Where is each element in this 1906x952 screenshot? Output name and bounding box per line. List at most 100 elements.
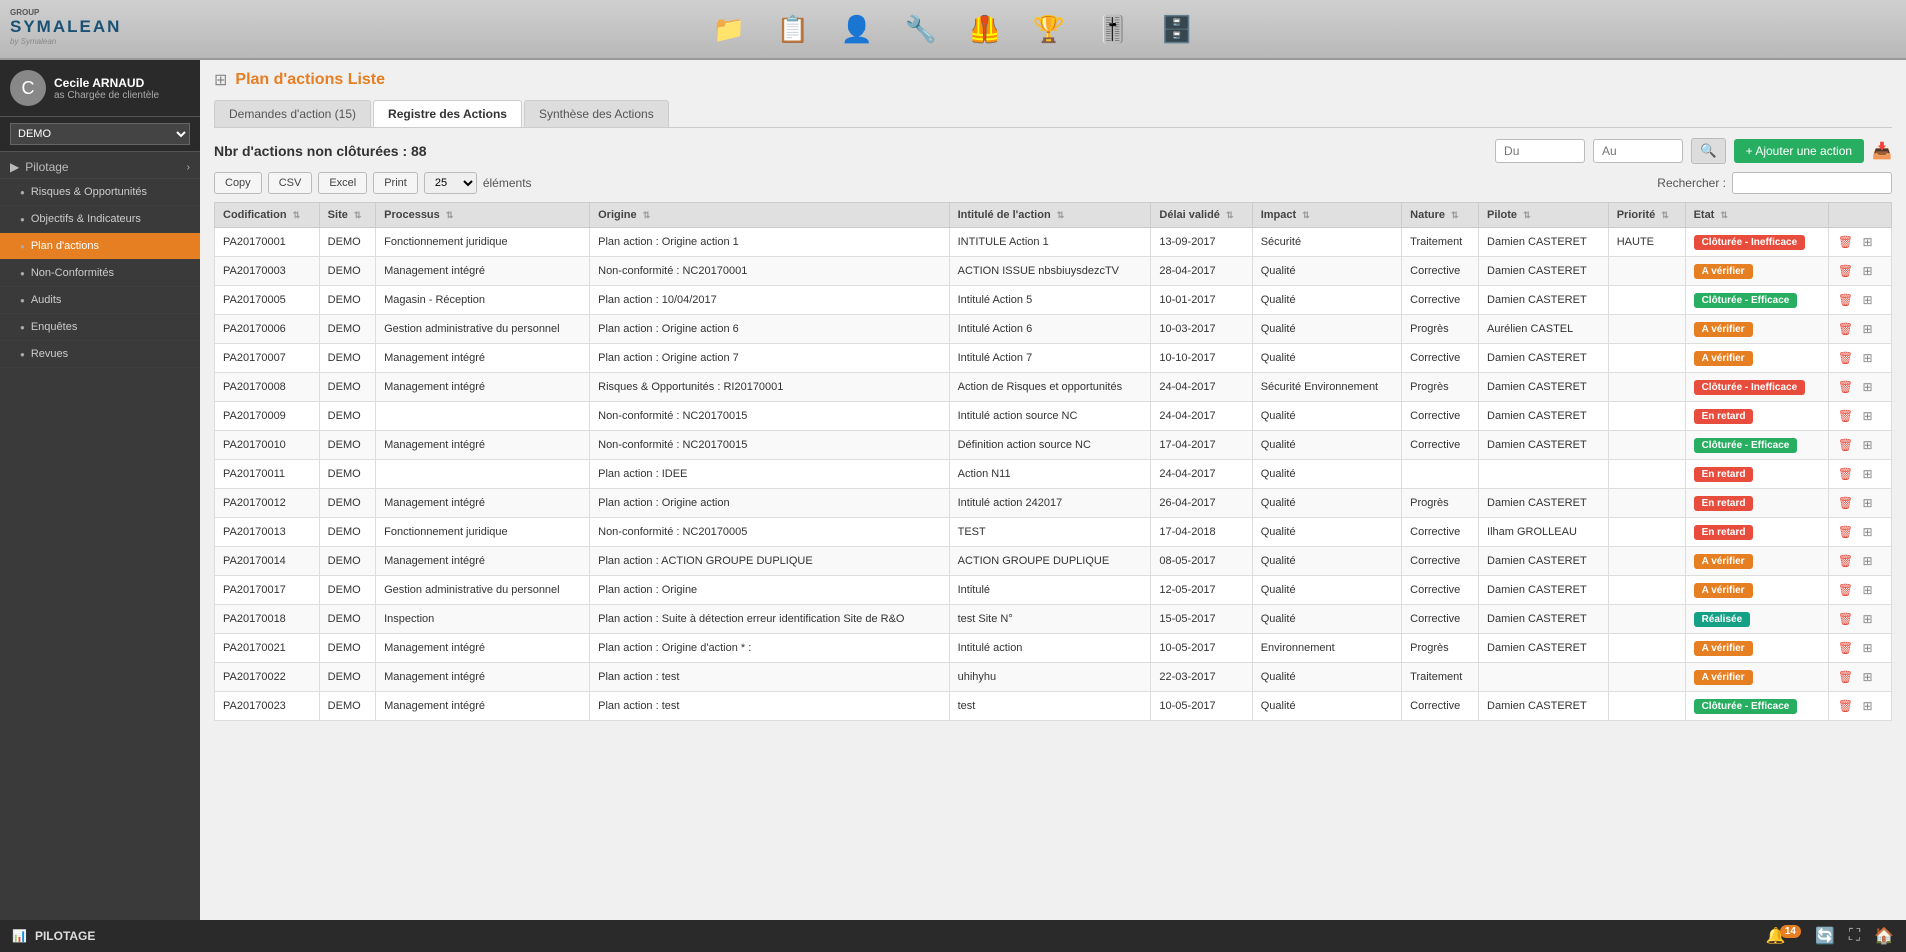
edit-row-button[interactable]: ⊞ — [1859, 262, 1877, 280]
edit-row-button[interactable]: ⊞ — [1859, 581, 1877, 599]
per-page-select[interactable]: 2550100 — [424, 172, 477, 194]
delete-row-button[interactable]: 🗑 — [1837, 523, 1855, 541]
delete-row-button[interactable]: 🗑 — [1837, 581, 1855, 599]
tab-bar: Demandes d'action (15) Registre des Acti… — [214, 100, 1892, 128]
cell-impact: Environnement — [1252, 634, 1401, 663]
col-intitule[interactable]: Intitulé de l'action ⇅ — [949, 203, 1151, 228]
delete-row-button[interactable]: 🗑 — [1837, 610, 1855, 628]
cell-impact: Qualité — [1252, 605, 1401, 634]
sidebar-item-audits[interactable]: ● Audits — [0, 287, 200, 314]
delete-row-button[interactable]: 🗑 — [1837, 668, 1855, 686]
nav-icon-user[interactable]: 👤 — [835, 7, 879, 51]
col-origine[interactable]: Origine ⇅ — [590, 203, 949, 228]
col-nature[interactable]: Nature ⇅ — [1402, 203, 1479, 228]
edit-row-button[interactable]: ⊞ — [1859, 639, 1877, 657]
edit-row-button[interactable]: ⊞ — [1859, 320, 1877, 338]
delete-row-button[interactable]: 🗑 — [1837, 262, 1855, 280]
nav-icon-sliders[interactable]: 🎚️ — [1091, 7, 1135, 51]
cell-etat: A vérifier — [1685, 257, 1828, 286]
sidebar-item-pilotage[interactable]: ▶ Pilotage › — [0, 152, 200, 179]
delete-row-button[interactable]: 🗑 — [1837, 378, 1855, 396]
home-icon[interactable]: 🏠 — [1874, 926, 1894, 946]
delete-row-button[interactable]: 🗑 — [1837, 494, 1855, 512]
delete-row-button[interactable]: 🗑 — [1837, 436, 1855, 454]
edit-row-button[interactable]: ⊞ — [1859, 494, 1877, 512]
cell-nature: Corrective — [1402, 605, 1479, 634]
cell-etat: A vérifier — [1685, 634, 1828, 663]
edit-row-button[interactable]: ⊞ — [1859, 349, 1877, 367]
cell-etat: Réalisée — [1685, 605, 1828, 634]
tab-registre[interactable]: Registre des Actions — [373, 100, 522, 127]
delete-row-button[interactable]: 🗑 — [1837, 552, 1855, 570]
date-from-input[interactable] — [1495, 139, 1585, 163]
delete-row-button[interactable]: 🗑 — [1837, 320, 1855, 338]
cell-nature — [1402, 460, 1479, 489]
col-delai[interactable]: Délai validé ⇅ — [1151, 203, 1252, 228]
cell-processus: Fonctionnement juridique — [376, 228, 590, 257]
sidebar-item-revues[interactable]: ● Revues — [0, 341, 200, 368]
delete-row-button[interactable]: 🗑 — [1837, 291, 1855, 309]
edit-row-button[interactable]: ⊞ — [1859, 291, 1877, 309]
sidebar: C Cecile ARNAUD as Chargée de clientèle … — [0, 60, 200, 920]
excel-button[interactable]: Excel — [318, 172, 367, 194]
print-button[interactable]: Print — [373, 172, 418, 194]
status-badge: A vérifier — [1694, 351, 1753, 366]
cell-processus: Management intégré — [376, 373, 590, 402]
sidebar-item-risques[interactable]: ● Risques & Opportunités — [0, 179, 200, 206]
edit-row-button[interactable]: ⊞ — [1859, 610, 1877, 628]
nav-icon-safety[interactable]: 🦺 — [963, 7, 1007, 51]
nav-icon-database[interactable]: 🗄️ — [1155, 7, 1199, 51]
nav-icon-tools[interactable]: 🔧 — [899, 7, 943, 51]
sidebar-item-enquetes[interactable]: ● Enquêtes — [0, 314, 200, 341]
sidebar-item-plan-actions[interactable]: ● Plan d'actions — [0, 233, 200, 260]
csv-button[interactable]: CSV — [268, 172, 313, 194]
delete-row-button[interactable]: 🗑 — [1837, 639, 1855, 657]
cell-code: PA20170017 — [215, 576, 320, 605]
col-pilote[interactable]: Pilote ⇅ — [1479, 203, 1609, 228]
sidebar-item-non-conformites[interactable]: ● Non-Conformités — [0, 260, 200, 287]
cell-row-actions: 🗑⊞ — [1828, 228, 1891, 257]
delete-row-button[interactable]: 🗑 — [1837, 697, 1855, 715]
cell-intitule: Action de Risques et opportunités — [949, 373, 1151, 402]
status-badge: A vérifier — [1694, 641, 1753, 656]
expand-icon[interactable]: ⛶ — [1849, 927, 1860, 945]
edit-row-button[interactable]: ⊞ — [1859, 465, 1877, 483]
delete-row-button[interactable]: 🗑 — [1837, 233, 1855, 251]
edit-row-button[interactable]: ⊞ — [1859, 436, 1877, 454]
date-to-input[interactable] — [1593, 139, 1683, 163]
col-priorite[interactable]: Priorité ⇅ — [1608, 203, 1685, 228]
col-etat[interactable]: Etat ⇅ — [1685, 203, 1828, 228]
col-site[interactable]: Site ⇅ — [319, 203, 375, 228]
nav-icon-folder[interactable]: 📁 — [707, 7, 751, 51]
add-action-button[interactable]: + Ajouter une action — [1734, 139, 1864, 163]
edit-row-button[interactable]: ⊞ — [1859, 233, 1877, 251]
edit-row-button[interactable]: ⊞ — [1859, 668, 1877, 686]
delete-row-button[interactable]: 🗑 — [1837, 465, 1855, 483]
nav-icon-trophy[interactable]: 🏆 — [1027, 7, 1071, 51]
edit-row-button[interactable]: ⊞ — [1859, 378, 1877, 396]
nav-icon-clipboard[interactable]: 📋 — [771, 7, 815, 51]
col-impact[interactable]: Impact ⇅ — [1252, 203, 1401, 228]
cell-delai: 17-04-2018 — [1151, 518, 1252, 547]
sidebar-item-objectifs[interactable]: ● Objectifs & Indicateurs — [0, 206, 200, 233]
refresh-icon[interactable]: 🔄 — [1815, 926, 1835, 946]
delete-row-button[interactable]: 🗑 — [1837, 349, 1855, 367]
search-input[interactable] — [1732, 172, 1892, 194]
delete-row-button[interactable]: 🗑 — [1837, 407, 1855, 425]
edit-row-button[interactable]: ⊞ — [1859, 523, 1877, 541]
col-codification[interactable]: Codification ⇅ — [215, 203, 320, 228]
copy-button[interactable]: Copy — [214, 172, 262, 194]
col-processus[interactable]: Processus ⇅ — [376, 203, 590, 228]
tab-synthese[interactable]: Synthèse des Actions — [524, 100, 669, 127]
export-icon[interactable]: 📥 — [1872, 141, 1892, 161]
edit-row-button[interactable]: ⊞ — [1859, 552, 1877, 570]
cell-site: DEMO — [319, 257, 375, 286]
demo-selector[interactable]: DEMO — [0, 117, 200, 152]
date-search-button[interactable]: 🔍 — [1691, 138, 1726, 164]
edit-row-button[interactable]: ⊞ — [1859, 407, 1877, 425]
cell-site: DEMO — [319, 431, 375, 460]
edit-row-button[interactable]: ⊞ — [1859, 697, 1877, 715]
demo-select[interactable]: DEMO — [10, 123, 190, 145]
tab-demandes[interactable]: Demandes d'action (15) — [214, 100, 371, 127]
notification-icon[interactable]: 🔔14 — [1766, 926, 1801, 946]
